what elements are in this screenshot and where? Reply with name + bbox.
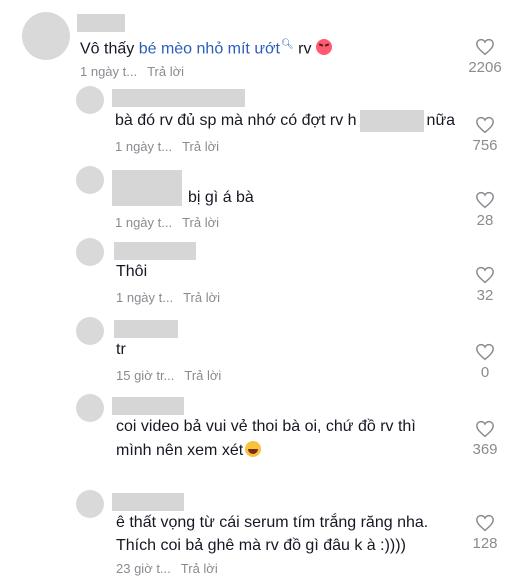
- reply-button[interactable]: Trả lời: [184, 368, 221, 383]
- like-count: 128: [472, 535, 498, 552]
- like-group: 2206: [455, 38, 515, 76]
- comment-text-part: nữa: [426, 112, 456, 129]
- heart-outline-icon[interactable]: [475, 38, 495, 56]
- avatar[interactable]: [76, 86, 104, 114]
- timestamp: 15 giờ tr...: [116, 368, 175, 383]
- mention-link[interactable]: bé mèo nhỏ mít ướt: [139, 40, 280, 57]
- username-redacted[interactable]: [112, 89, 245, 107]
- comment-text: bị gì á bà: [188, 185, 254, 211]
- like-group: 369: [455, 420, 515, 458]
- comment-text: coi video bả vui vẻ thoi bà oi, chứ đồ r…: [116, 414, 416, 440]
- like-count: 0: [480, 364, 490, 381]
- comment-text-part: ê thất vọng từ cái serum tím trắng răng …: [116, 514, 429, 531]
- username-redacted[interactable]: [112, 493, 184, 511]
- like-group: 0: [455, 343, 515, 381]
- comment-meta: 23 giờ t... Trả lời: [116, 561, 218, 576]
- avatar[interactable]: [76, 166, 104, 194]
- timestamp: 1 ngày t...: [115, 215, 173, 230]
- avatar[interactable]: [22, 12, 70, 60]
- like-group: 32: [455, 266, 515, 304]
- comment-meta: 1 ngày t... Trả lời: [80, 64, 184, 79]
- laughing-emoji: [245, 441, 262, 457]
- heart-outline-icon[interactable]: [475, 191, 495, 209]
- face-with-steam-emoji: [316, 39, 333, 56]
- reply-button[interactable]: Trả lời: [147, 64, 184, 79]
- reply-button[interactable]: Trả lời: [181, 561, 218, 576]
- like-count: 28: [476, 212, 494, 229]
- like-count: 756: [472, 137, 498, 154]
- like-count: 2206: [468, 59, 502, 76]
- like-group: 28: [455, 191, 515, 229]
- reply-button[interactable]: Trả lời: [182, 215, 219, 230]
- like-group: 756: [455, 116, 515, 154]
- timestamp: 1 ngày t...: [116, 290, 174, 305]
- comment-text: mình nên xem xét: [116, 438, 262, 464]
- heart-outline-icon[interactable]: [475, 266, 495, 284]
- redacted-text: [359, 109, 424, 132]
- comment-text-part: mình nên xem xét: [116, 442, 244, 459]
- comment-text: tr: [116, 337, 126, 363]
- comment-text: bà đó rv đủ sp mà nhớ có đợt rv h nữa: [115, 108, 455, 134]
- username-redacted[interactable]: [77, 14, 125, 32]
- username-redacted[interactable]: [114, 320, 178, 338]
- reply-button[interactable]: Trả lời: [183, 290, 220, 305]
- comment-text: Vô thấy bé mèo nhỏ mít ướt🔍︎ rv: [80, 32, 333, 62]
- heart-outline-icon[interactable]: [475, 343, 495, 361]
- comment-text-part: coi video bả vui vẻ thoi bà oi, chứ đồ r…: [116, 418, 416, 435]
- comment-text-part: bị gì á bà: [188, 189, 254, 206]
- like-count: 369: [472, 441, 498, 458]
- comment-meta: 1 ngày t... Trả lời: [115, 215, 219, 230]
- comment-text-part: bà đó rv đủ sp mà nhớ có đợt rv h: [115, 112, 357, 129]
- username-redacted[interactable]: [114, 242, 196, 260]
- comment-text: Thôi: [116, 259, 147, 285]
- heart-outline-icon[interactable]: [475, 420, 495, 438]
- timestamp: 23 giờ t...: [116, 561, 171, 576]
- username-redacted[interactable]: [112, 397, 184, 415]
- heart-outline-icon[interactable]: [475, 116, 495, 134]
- timestamp: 1 ngày t...: [115, 139, 173, 154]
- comment-meta: 1 ngày t... Trả lời: [116, 290, 220, 305]
- comment-meta: 15 giờ tr... Trả lời: [116, 368, 221, 383]
- comment-text-part: rv: [293, 40, 312, 58]
- comment-text: Thích coi bả ghê mà rv đồ gì đâu k à :))…: [116, 533, 406, 559]
- username-redacted[interactable]: [112, 170, 182, 206]
- search-icon[interactable]: 🔍︎: [281, 39, 294, 50]
- timestamp: 1 ngày t...: [80, 64, 138, 79]
- heart-outline-icon[interactable]: [475, 514, 495, 532]
- avatar[interactable]: [76, 490, 104, 518]
- like-count: 32: [476, 287, 494, 304]
- comment-text-part: Vô thấy: [80, 40, 139, 58]
- comment-text-part: tr: [116, 341, 126, 358]
- reply-button[interactable]: Trả lời: [182, 139, 219, 154]
- avatar[interactable]: [76, 238, 104, 266]
- avatar[interactable]: [76, 394, 104, 422]
- comment-text-part: Thôi: [116, 263, 148, 280]
- avatar[interactable]: [76, 317, 104, 345]
- comment-meta: 1 ngày t... Trả lời: [115, 139, 219, 154]
- like-group: 128: [455, 514, 515, 552]
- comment-text-part: Thích coi bả ghê mà rv đồ gì đâu k à :))…: [116, 537, 406, 554]
